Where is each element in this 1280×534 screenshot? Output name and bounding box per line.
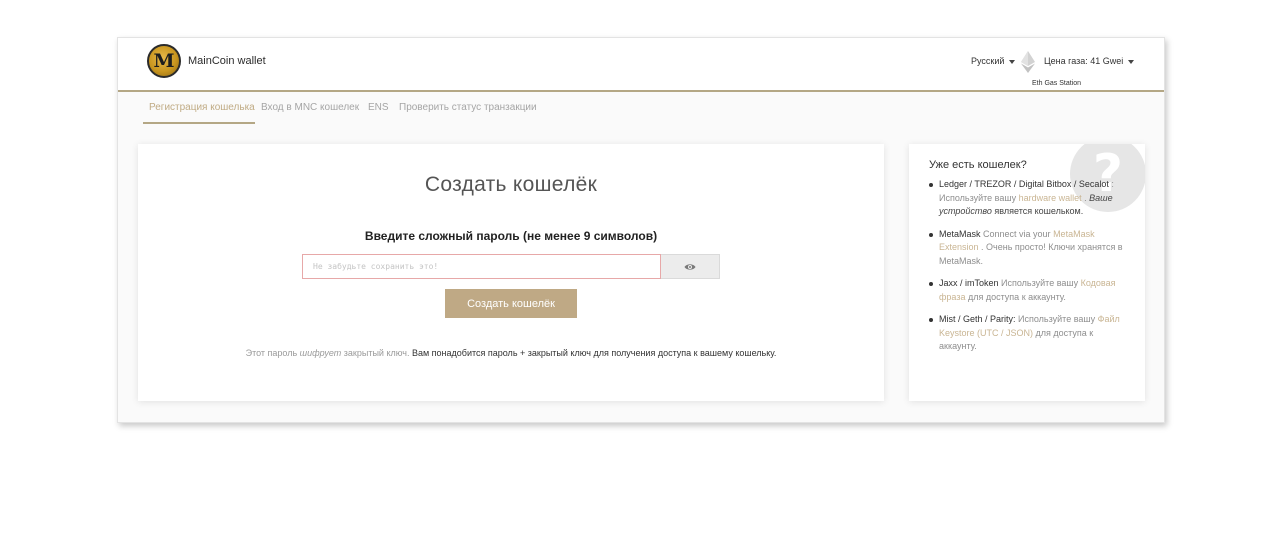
- app-window: M MainCoin wallet Русский Цена газа: 41 …: [117, 37, 1165, 423]
- item-text: для доступа к аккаунту.: [965, 291, 1066, 302]
- item-text: является кошельком.: [991, 206, 1084, 216]
- active-tab-indicator: [143, 122, 255, 124]
- wallet-name: Mist / Geth / Parity:: [939, 314, 1016, 324]
- ethereum-icon: [1021, 51, 1035, 73]
- nav-item-login-wallet[interactable]: Вход в MNC кошелек: [261, 102, 359, 113]
- chevron-down-icon: [1009, 59, 1016, 64]
- maincoin-logo-icon[interactable]: M: [147, 44, 181, 78]
- hardware-wallet-link[interactable]: hardware wallet: [1019, 193, 1082, 203]
- gas-station-link[interactable]: Eth Gas Station: [1032, 80, 1081, 87]
- wallet-name: Jaxx / imToken: [939, 278, 999, 288]
- list-item: Ledger / TREZOR / Digital Bitbox / Secal…: [929, 178, 1129, 219]
- note-part-2: шифрует: [299, 348, 342, 358]
- password-instruction: Введите сложный пароль (не менее 9 симво…: [364, 229, 658, 243]
- password-note: Этот пароль шифрует закрытый ключ. Вам п…: [138, 348, 884, 358]
- language-selector[interactable]: Русский: [971, 56, 1016, 66]
- wallet-options-list: Ledger / TREZOR / Digital Bitbox / Secal…: [929, 178, 1129, 354]
- item-text: .: [1081, 192, 1090, 203]
- list-item: Mist / Geth / Parity: Используйте вашу Ф…: [929, 313, 1129, 354]
- brand-name: MainCoin wallet: [188, 55, 266, 67]
- note-part-1: Этот пароль: [245, 348, 300, 358]
- create-wallet-button[interactable]: Создать кошелёк: [445, 289, 577, 318]
- item-text: Connect via your: [980, 228, 1054, 239]
- note-part-4: Вам понадобится пароль + закрытый ключ д…: [411, 348, 777, 358]
- gas-price-selector[interactable]: Цена газа: 41 Gwei: [1044, 56, 1135, 66]
- create-wallet-card: Создать кошелёк Введите сложный пароль (…: [138, 144, 884, 401]
- page-title: Создать кошелёк: [424, 173, 598, 196]
- nav-item-ens[interactable]: ENS: [368, 102, 389, 113]
- wallet-name: MetaMask: [939, 228, 981, 239]
- nav-item-register-wallet[interactable]: Регистрация кошелька: [149, 102, 255, 113]
- nav-item-check-tx-status[interactable]: Проверить статус транзакции: [399, 102, 537, 113]
- chevron-down-icon: [1128, 59, 1135, 64]
- header: M MainCoin wallet Русский Цена газа: 41 …: [118, 38, 1164, 92]
- toggle-password-visibility-button[interactable]: [661, 254, 720, 279]
- eye-icon: [684, 263, 696, 270]
- logo-letter: M: [153, 50, 175, 72]
- wallet-name: Ledger / TREZOR / Digital Bitbox / Secal…: [939, 179, 1109, 189]
- note-part-3: закрытый ключ.: [341, 348, 412, 358]
- sidebar-title: Уже есть кошелек?: [929, 159, 1027, 171]
- list-item: Jaxx / imToken Используйте вашу Кодовая …: [929, 277, 1129, 304]
- password-input[interactable]: [302, 254, 661, 279]
- list-item: MetaMask Connect via your MetaMask Exten…: [929, 228, 1129, 269]
- language-label: Русский: [971, 56, 1005, 66]
- item-text: Используйте вашу: [1015, 314, 1098, 324]
- item-text: Используйте вашу: [998, 278, 1081, 288]
- existing-wallet-card: ? Уже есть кошелек? Ledger / TREZOR / Di…: [909, 144, 1145, 401]
- gas-price-label: Цена газа: 41 Gwei: [1044, 56, 1124, 66]
